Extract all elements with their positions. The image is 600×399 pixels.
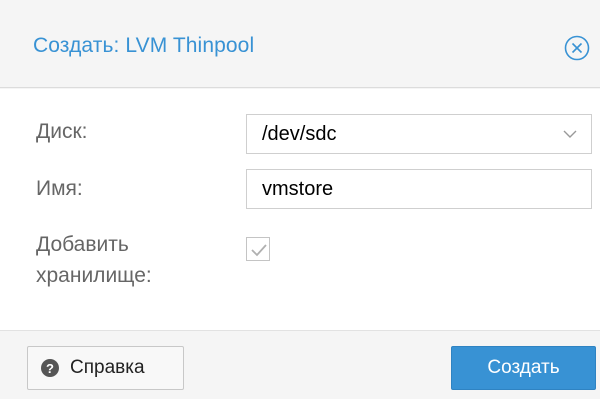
add-storage-label: Добавить хранилище: [36, 229, 152, 291]
add-storage-label-line2: хранилище: [36, 264, 152, 287]
name-input[interactable]: vmstore [246, 169, 592, 209]
disk-select[interactable]: /dev/sdc [246, 114, 592, 154]
disk-label: Диск: [36, 120, 88, 143]
help-button-label: Справка [70, 357, 145, 378]
add-storage-checkbox[interactable] [246, 237, 270, 261]
create-button-label: Создать [487, 357, 560, 378]
name-input-value: vmstore [262, 178, 334, 200]
checkmark-icon [251, 244, 267, 257]
dialog-footer: ? Справка Создать [0, 330, 600, 399]
name-label: Имя: [36, 177, 83, 200]
help-button[interactable]: ? Справка [27, 346, 184, 390]
dialog-body: Диск: /dev/sdc Имя: vmstore Добавить хра… [0, 89, 600, 330]
dialog-header: Создать: LVM Thinpool [0, 0, 600, 88]
create-button[interactable]: Создать [451, 346, 596, 390]
close-icon [564, 35, 590, 61]
help-question-icon: ? [41, 359, 59, 377]
add-storage-label-line1: Добавить [36, 233, 129, 256]
disk-select-value: /dev/sdc [262, 123, 337, 145]
chevron-down-icon[interactable] [563, 129, 577, 139]
dialog-title: Создать: LVM Thinpool [33, 34, 255, 57]
close-button[interactable] [563, 34, 591, 62]
create-lvm-thinpool-dialog: Создать: LVM Thinpool Диск: /dev/sdc Имя… [0, 0, 600, 399]
